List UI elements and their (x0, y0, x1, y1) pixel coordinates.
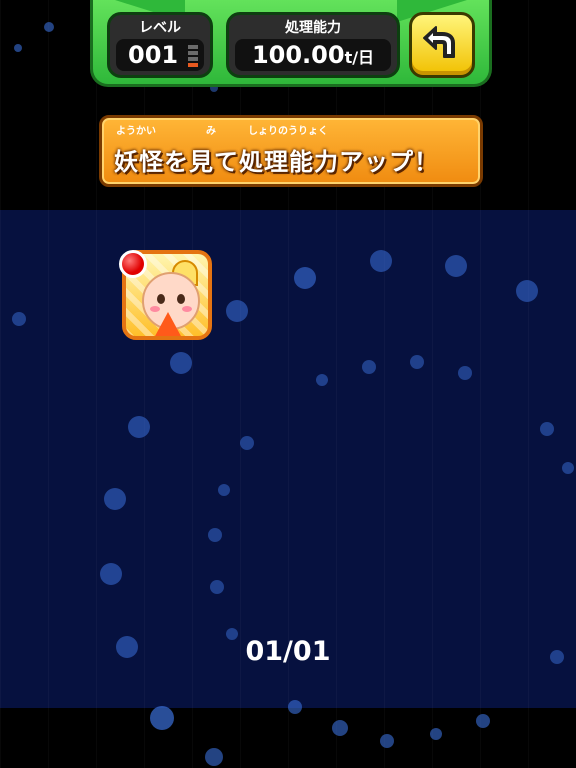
yokai-eye-left (157, 294, 165, 304)
processing-power-display: 処理能力 100.00t/日 (226, 12, 400, 78)
bubble (205, 748, 223, 766)
bubble (14, 44, 22, 52)
banner-text: 妖怪を見て処理能力アップ！ (114, 148, 439, 176)
bubble (226, 300, 248, 322)
bubble (12, 312, 26, 326)
bubble (294, 267, 316, 289)
page-counter: 01/01 (245, 636, 331, 667)
bubble (332, 720, 348, 736)
bubble (540, 422, 554, 436)
yokai-eye-right (177, 294, 185, 304)
level-meter-icon (188, 45, 198, 67)
bubble (218, 484, 230, 496)
bubble (380, 734, 394, 748)
processing-label: 処理能力 (285, 20, 341, 36)
bubble (44, 22, 54, 32)
bubble (210, 580, 224, 594)
bubble (476, 714, 490, 728)
bubble (104, 488, 126, 510)
game-screen: レベル 001 処理能力 100.00t/日 ようかい み しょりのうりょく 妖… (0, 0, 576, 768)
bubble (128, 416, 150, 438)
bubble (100, 563, 122, 585)
level-display: レベル 001 (107, 12, 213, 78)
bubble (288, 700, 302, 714)
bubble (150, 706, 174, 730)
red-dot-icon (119, 250, 147, 278)
bubble (316, 374, 328, 386)
processing-value-box: 100.00t/日 (235, 39, 391, 71)
bubble (240, 436, 254, 450)
processing-value: 100.00 (251, 41, 345, 69)
back-button[interactable] (409, 12, 475, 78)
bubble (362, 360, 376, 374)
processing-unit: t/日 (344, 48, 375, 67)
bubble (370, 250, 392, 272)
bubble (445, 255, 467, 277)
bubble (410, 355, 424, 369)
bubble (170, 352, 192, 374)
bubble (208, 528, 222, 542)
back-arrow-icon (423, 26, 455, 58)
instruction-banner: ようかい み しょりのうりょく 妖怪を見て処理能力アップ！ (99, 115, 483, 187)
ruby-youkai: ようかい (116, 126, 156, 137)
ruby-mi: み (206, 126, 216, 137)
ruby-shorinouryoku: しょりのうりょく (248, 126, 328, 137)
bubble (430, 728, 442, 740)
bubble (562, 462, 574, 474)
yokai-blush-right (182, 306, 192, 312)
bubble (516, 280, 538, 302)
level-label: レベル (139, 20, 181, 36)
flame-icon (154, 312, 182, 336)
bubble (458, 366, 472, 380)
